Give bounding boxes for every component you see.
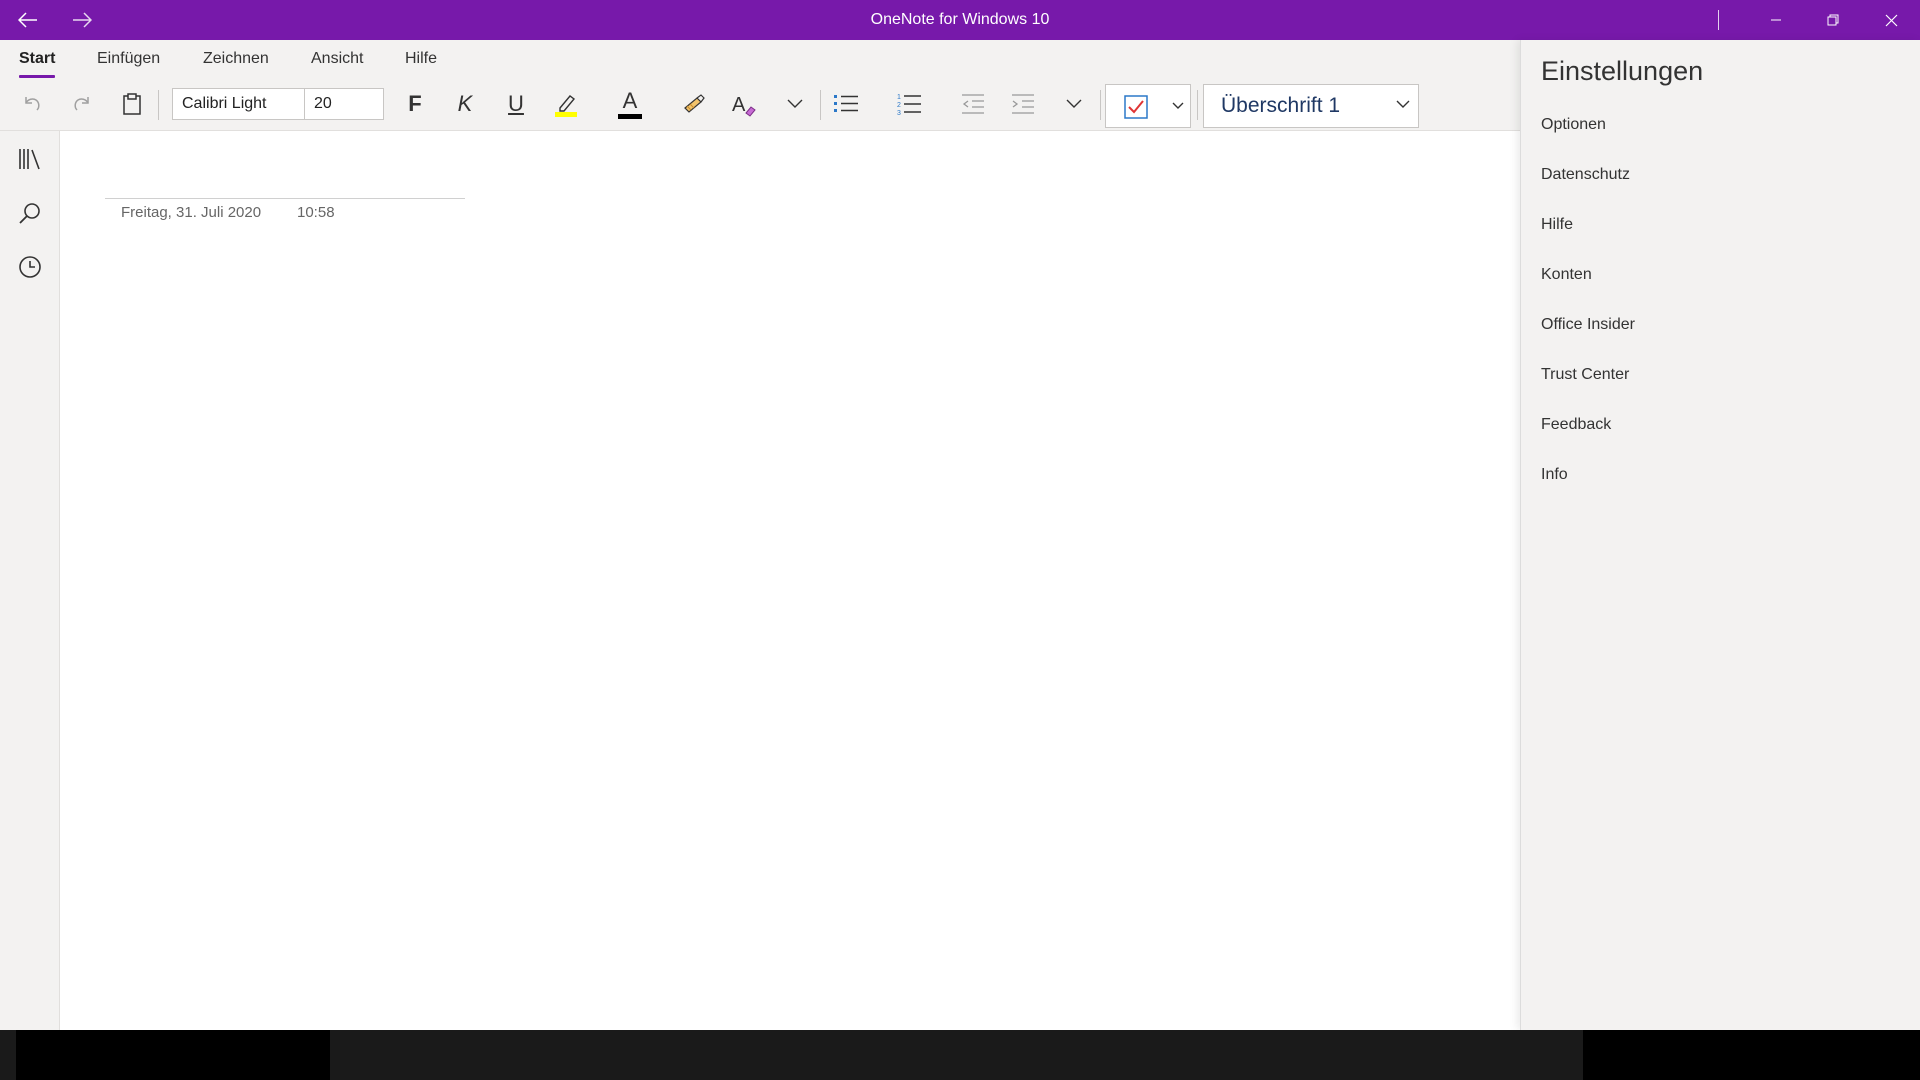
more-paragraph-button[interactable] [1056, 86, 1092, 122]
bullet-list-button[interactable] [828, 86, 864, 122]
tab-hilfe[interactable]: Hilfe [405, 50, 437, 78]
settings-item-office-insider[interactable]: Office Insider [1541, 316, 1635, 334]
numbered-list-button[interactable]: 123 [891, 86, 927, 122]
ribbon-toolbar: Calibri Light 20 F K U A A 123 Überschri… [0, 82, 1520, 130]
page-canvas[interactable]: Freitag, 31. Juli 2020 10:58 [60, 131, 1520, 1030]
toolbar-separator [820, 90, 821, 120]
tab-zeichnen[interactable]: Zeichnen [203, 50, 269, 78]
minimize-button[interactable] [1747, 0, 1805, 40]
arrow-left-icon [18, 12, 37, 28]
forward-button[interactable] [54, 0, 110, 40]
highlight-button[interactable] [548, 86, 584, 122]
increase-indent-icon [1012, 94, 1034, 114]
restore-button[interactable] [1804, 0, 1862, 40]
numbered-list-icon: 123 [897, 94, 921, 116]
tab-ansicht[interactable]: Ansicht [311, 50, 363, 78]
svg-text:A: A [732, 94, 746, 116]
settings-item-optionen[interactable]: Optionen [1541, 116, 1606, 134]
settings-item-feedback[interactable]: Feedback [1541, 416, 1611, 434]
highlighter-icon [555, 95, 577, 117]
chevron-down-icon [1172, 102, 1184, 109]
font-color-label: A [622, 87, 638, 113]
ribbon: Start Einfügen Zeichnen Ansicht Hilfe Ca… [0, 40, 1520, 131]
titlebar-separator [1718, 10, 1719, 30]
more-formatting-button[interactable] [777, 86, 813, 122]
settings-item-hilfe[interactable]: Hilfe [1541, 216, 1573, 234]
clipboard-icon [123, 93, 141, 115]
settings-item-trust-center[interactable]: Trust Center [1541, 366, 1629, 384]
bold-button[interactable]: F [397, 86, 433, 122]
page-date: Freitag, 31. Juli 2020 [121, 204, 262, 221]
tab-einfuegen[interactable]: Einfügen [97, 50, 160, 78]
font-name-input[interactable]: Calibri Light [173, 89, 305, 119]
toolbar-separator [1197, 90, 1198, 120]
format-painter-button[interactable] [676, 86, 712, 122]
tab-start[interactable]: Start [19, 50, 56, 78]
left-navigation [0, 131, 60, 1030]
svg-text:2: 2 [897, 102, 901, 109]
close-icon [1885, 14, 1897, 26]
chevron-down-icon [1066, 99, 1082, 108]
tag-selector[interactable] [1105, 84, 1191, 128]
arrow-right-icon [73, 12, 92, 28]
taskbar-segment [1583, 1030, 1920, 1080]
settings-title: Einstellungen [1541, 56, 1704, 86]
close-button[interactable] [1862, 0, 1920, 40]
italic-button[interactable]: K [447, 86, 483, 122]
svg-text:3: 3 [897, 110, 901, 116]
search-icon [19, 203, 40, 224]
toolbar-separator [158, 90, 159, 120]
taskbar [0, 1030, 1920, 1080]
recent-icon [19, 256, 41, 278]
todo-tag-icon [1124, 95, 1148, 119]
undo-button[interactable] [14, 86, 50, 122]
decrease-indent-icon [962, 94, 984, 114]
notebooks-icon [19, 149, 40, 170]
restore-icon [1827, 14, 1839, 26]
format-painter-icon [684, 94, 705, 113]
paste-button[interactable] [114, 86, 150, 122]
style-selector-value: Überschrift 1 [1221, 94, 1341, 117]
bullet-list-icon [834, 95, 858, 112]
decrease-indent-button[interactable] [955, 86, 991, 122]
page-title-line[interactable] [105, 198, 465, 199]
font-color-swatch [618, 113, 642, 119]
settings-item-datenschutz[interactable]: Datenschutz [1541, 166, 1630, 184]
font-size-input[interactable]: 20 [305, 89, 383, 119]
back-button[interactable] [0, 0, 56, 40]
underline-button[interactable]: U [498, 86, 534, 122]
recent-button[interactable] [12, 249, 48, 285]
style-selector[interactable]: Überschrift 1 [1203, 84, 1419, 128]
chevron-down-icon [787, 99, 803, 108]
taskbar-segment [16, 1030, 330, 1080]
window-title: OneNote for Windows 10 [870, 11, 1050, 28]
increase-indent-button[interactable] [1005, 86, 1041, 122]
settings-item-info[interactable]: Info [1541, 466, 1568, 484]
font-selector: Calibri Light 20 [172, 88, 384, 120]
font-color-button[interactable]: A [612, 86, 648, 122]
chevron-down-icon [1396, 100, 1410, 108]
title-bar: OneNote for Windows 10 [0, 0, 1920, 40]
settings-item-konten[interactable]: Konten [1541, 266, 1592, 284]
redo-button[interactable] [64, 86, 100, 122]
search-button[interactable] [12, 195, 48, 231]
settings-pane: Einstellungen Optionen Datenschutz Hilfe… [1520, 40, 1920, 1030]
clear-formatting-icon: A [732, 94, 756, 117]
toolbar-separator [1100, 90, 1101, 120]
redo-icon [74, 97, 89, 111]
svg-text:1: 1 [897, 94, 901, 101]
minimize-icon [1771, 19, 1781, 21]
page-time: 10:58 [297, 204, 335, 221]
clear-formatting-button[interactable]: A [726, 86, 762, 122]
undo-icon [25, 97, 40, 111]
notebooks-button[interactable] [12, 141, 48, 177]
